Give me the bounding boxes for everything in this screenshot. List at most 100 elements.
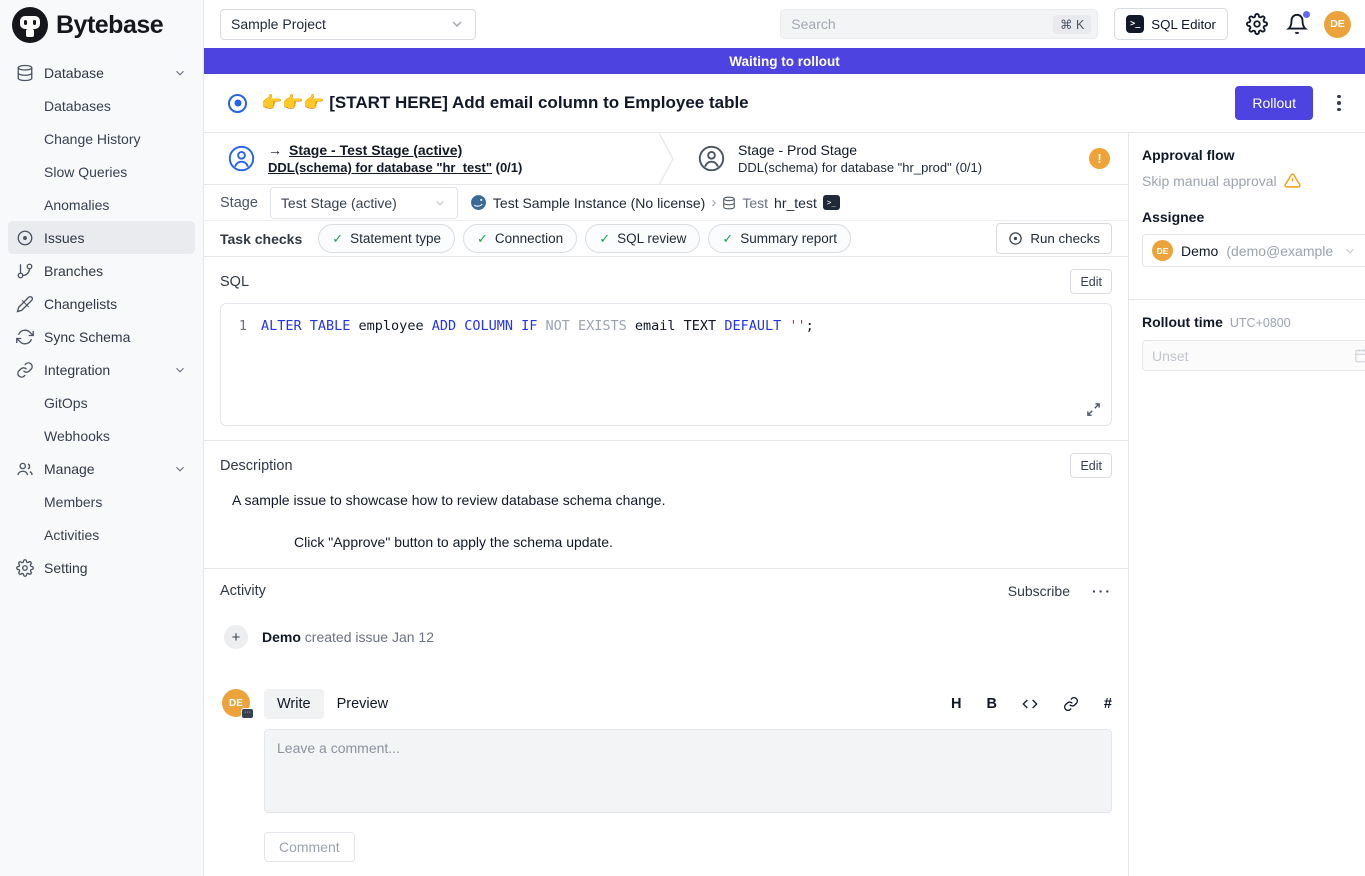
sidebar-item-sync-schema[interactable]: Sync Schema xyxy=(8,320,195,353)
brand-logo[interactable]: Bytebase xyxy=(0,0,203,50)
sidebar-item-members[interactable]: Members xyxy=(8,485,195,518)
sidebar-item-changelists[interactable]: Changelists xyxy=(8,287,195,320)
code-icon[interactable] xyxy=(1022,696,1038,712)
comment-avatar: DE xyxy=(222,689,250,717)
check-pass-icon: ✓ xyxy=(599,231,610,247)
project-selector-value: Sample Project xyxy=(231,16,326,32)
check-pill-connection[interactable]: ✓ Connection xyxy=(463,224,577,253)
stage-timeline: → Stage - Test Stage (active) DDL(schema… xyxy=(204,133,1128,185)
assignee-person-icon xyxy=(698,145,725,172)
description-paragraph: A sample issue to showcase how to review… xyxy=(232,492,1112,508)
sql-editor-button[interactable]: >_ SQL Editor xyxy=(1114,8,1228,40)
expand-fullscreen-icon[interactable] xyxy=(1086,402,1101,417)
chevron-down-icon xyxy=(449,16,465,32)
check-pill-sql-review[interactable]: ✓ SQL review xyxy=(585,224,700,253)
sidebar-item-change-history[interactable]: Change History xyxy=(8,122,195,155)
issues-icon xyxy=(16,229,34,247)
sidebar-item-label: Branches xyxy=(44,263,103,279)
sql-section-title: SQL xyxy=(220,274,249,290)
tab-preview[interactable]: Preview xyxy=(324,689,402,719)
issue-header: 👉👉👉 [START HERE] Add email column to Emp… xyxy=(204,74,1365,133)
stage-task-progress: (0/1) xyxy=(955,160,982,175)
stage-card-test[interactable]: → Stage - Test Stage (active) DDL(schema… xyxy=(204,133,658,184)
tab-write[interactable]: Write xyxy=(264,689,324,719)
description-edit-button[interactable]: Edit xyxy=(1070,453,1112,478)
comment-input[interactable] xyxy=(264,729,1112,813)
sql-statement: ALTER TABLE employee ADD COLUMN IF NOT E… xyxy=(261,316,814,336)
rollout-time-placeholder: Unset xyxy=(1152,348,1189,364)
sidebar-item-webhooks[interactable]: Webhooks xyxy=(8,419,195,452)
sql-code-viewer[interactable]: 1 ALTER TABLE employee ADD COLUMN IF NOT… xyxy=(220,303,1112,426)
sidebar-item-activities[interactable]: Activities xyxy=(8,518,195,551)
search-input[interactable] xyxy=(791,16,1053,32)
chevron-down-icon xyxy=(1343,244,1357,258)
sidebar-item-slow-queries[interactable]: Slow Queries xyxy=(8,155,195,188)
project-selector[interactable]: Sample Project xyxy=(220,9,476,40)
event-description: created issue Jan 12 xyxy=(305,629,434,645)
approval-flow-heading: Approval flow xyxy=(1142,147,1365,163)
issue-status-open-icon xyxy=(228,94,247,113)
comment-editor: DE Write Preview H B xyxy=(222,689,1112,862)
settings-gear-icon[interactable] xyxy=(1246,13,1268,35)
stage-text: → Stage - Test Stage (active) DDL(schema… xyxy=(268,142,522,175)
check-pill-label: Connection xyxy=(495,231,563,246)
sidebar-item-integration[interactable]: Integration xyxy=(8,353,195,386)
stage-separator-chevron xyxy=(658,133,674,184)
assignee-select[interactable]: DE Demo (demo@example xyxy=(1142,234,1365,267)
description-paragraph: Click "Approve" button to apply the sche… xyxy=(232,534,1112,550)
notification-bell-icon[interactable] xyxy=(1286,13,1308,35)
stage-card-prod[interactable]: Stage - Prod Stage DDL(schema) for datab… xyxy=(674,133,1128,184)
rollout-time-input[interactable]: Unset xyxy=(1142,340,1365,371)
activity-event: + Demo created issue Jan 12 xyxy=(224,625,1112,649)
sidebar-item-databases[interactable]: Databases xyxy=(8,89,195,122)
sync-icon xyxy=(16,328,34,346)
activity-section-title: Activity xyxy=(220,583,266,599)
content-row: → Stage - Test Stage (active) DDL(schema… xyxy=(204,133,1365,876)
heading-icon[interactable]: H xyxy=(951,696,961,712)
issue-meta-panel: Approval flow Skip manual approval Assig… xyxy=(1128,133,1365,876)
postgres-elephant-icon xyxy=(470,194,487,211)
sidebar-item-gitops[interactable]: GitOps xyxy=(8,386,195,419)
gear-icon xyxy=(16,559,34,577)
rollout-button[interactable]: Rollout xyxy=(1235,86,1313,120)
sidebar-item-manage[interactable]: Manage xyxy=(8,452,195,485)
stage-task: DDL(schema) for database "hr_prod" xyxy=(738,160,952,175)
sidebar-item-setting[interactable]: Setting xyxy=(8,551,195,584)
stage-title-link[interactable]: Stage - Test Stage (active) xyxy=(289,142,462,158)
stage-select[interactable]: Test Stage (active) xyxy=(270,187,458,219)
stage-title: Stage - Prod Stage xyxy=(738,142,857,158)
check-pill-statement-type[interactable]: ✓ Statement type xyxy=(318,224,455,253)
terminal-icon: >_ xyxy=(1126,15,1144,33)
sidebar-item-database[interactable]: Database xyxy=(8,56,195,89)
activity-more-kebab-icon[interactable]: ··· xyxy=(1092,583,1112,599)
bold-icon[interactable]: B xyxy=(986,696,996,712)
environment-link[interactable]: Test xyxy=(742,195,768,211)
sidebar-item-anomalies[interactable]: Anomalies xyxy=(8,188,195,221)
chevron-down-icon xyxy=(173,363,187,377)
user-avatar[interactable]: DE xyxy=(1324,11,1351,38)
sidebar-item-branches[interactable]: Branches xyxy=(8,254,195,287)
subscribe-button[interactable]: Subscribe xyxy=(1008,583,1070,599)
sql-edit-button[interactable]: Edit xyxy=(1070,269,1112,294)
search-box[interactable]: ⌘ K xyxy=(780,9,1098,39)
branch-icon xyxy=(16,262,34,280)
instance-link[interactable]: Test Sample Instance (No license) xyxy=(493,195,705,211)
database-link[interactable]: hr_test xyxy=(774,195,817,211)
issue-title-text: [START HERE] Add email column to Employe… xyxy=(329,93,748,112)
search-shortcut-kbd: ⌘ K xyxy=(1053,15,1091,34)
comment-submit-button[interactable]: Comment xyxy=(264,832,355,862)
hash-icon[interactable]: # xyxy=(1104,696,1112,712)
run-checks-button[interactable]: Run checks xyxy=(996,223,1112,254)
sidebar-item-issues[interactable]: Issues xyxy=(8,221,195,254)
stage-task-link[interactable]: DDL(schema) for database "hr_test" xyxy=(268,160,492,175)
sidebar-item-label: Manage xyxy=(44,461,95,477)
notification-dot xyxy=(1303,11,1310,18)
check-pill-summary-report[interactable]: ✓ Summary report xyxy=(708,224,851,253)
open-sql-editor-icon[interactable]: >_ xyxy=(823,195,840,210)
check-pill-label: Summary report xyxy=(740,231,837,246)
approval-flow-value: Skip manual approval xyxy=(1142,173,1277,189)
bytebase-logo-icon xyxy=(12,7,48,43)
link-icon[interactable] xyxy=(1063,696,1079,712)
check-pass-icon: ✓ xyxy=(477,231,488,247)
more-actions-kebab-icon[interactable] xyxy=(1329,95,1349,112)
